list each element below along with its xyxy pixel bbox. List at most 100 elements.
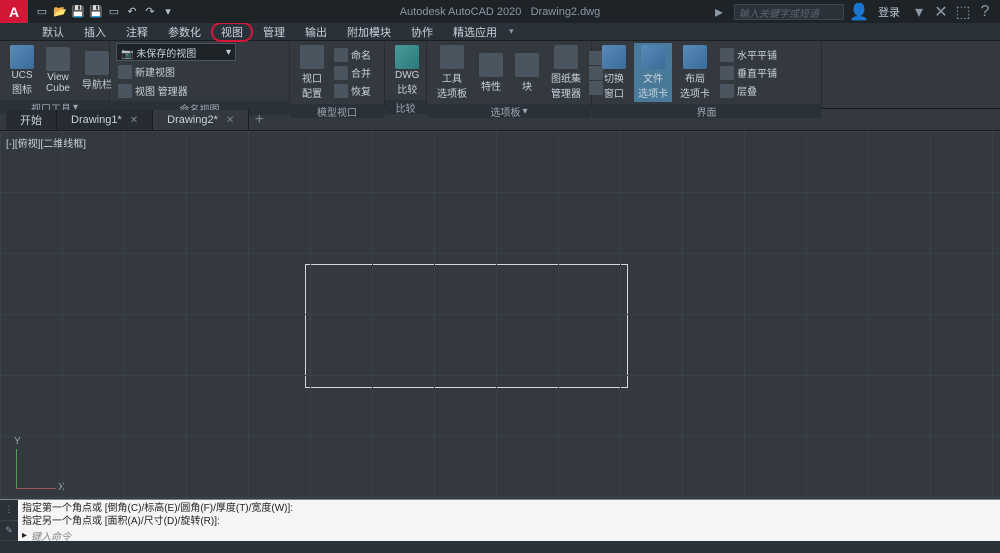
properties-button[interactable]: 特性 xyxy=(475,51,507,95)
dwg-compare-label: DWG 比较 xyxy=(395,70,419,96)
command-area: ⋮ ✎ 指定第一个角点或 [倒角(C)/标高(E)/圆角(F)/厚度(T)/宽度… xyxy=(0,499,1000,541)
qat-open-icon[interactable]: 📂 xyxy=(52,4,68,20)
tool-palette-button[interactable]: 工具 选项板 xyxy=(433,43,471,102)
layout-tabs-button[interactable]: 布局 选项卡 xyxy=(676,43,714,102)
command-input[interactable]: ▸ 键入命令 xyxy=(22,528,996,543)
menu-featured[interactable]: 精选应用 xyxy=(443,22,507,42)
sheetset-icon xyxy=(554,45,578,69)
tile-h-button[interactable]: 水平平铺 xyxy=(718,46,779,63)
qat-plot-icon[interactable]: ▭ xyxy=(106,4,122,20)
vp-merge-icon xyxy=(334,66,348,80)
panel-model-viewport: 视口 配置 命名 合并 恢复 模型视口 xyxy=(290,41,385,108)
menu-default[interactable]: 默认 xyxy=(32,22,74,42)
viewcube-button[interactable]: View Cube xyxy=(42,45,74,96)
viewcube-label: View Cube xyxy=(46,72,70,94)
qat-more-icon[interactable]: ▾ xyxy=(160,4,176,20)
switch-window-button[interactable]: 切换 窗口 xyxy=(598,43,630,102)
cmd-sidebar: ⋮ ✎ xyxy=(0,500,18,541)
view-mgr-icon xyxy=(118,84,132,98)
cmd-config-icon[interactable]: ✎ xyxy=(0,521,18,542)
vp-restore-button[interactable]: 恢复 xyxy=(332,82,373,99)
panel-label-interface: 界面 xyxy=(592,104,821,118)
cart-icon[interactable]: ⬚ xyxy=(956,5,970,19)
app-name: Autodesk AutoCAD 2020 xyxy=(400,6,522,18)
quick-access-toolbar: ▭ 📂 💾 💾 ▭ ↶ ↷ ▾ xyxy=(34,4,176,20)
dwg-compare-button[interactable]: DWG 比较 xyxy=(391,43,423,98)
ucs-icon xyxy=(10,45,34,69)
viewport-config-button[interactable]: 视口 配置 xyxy=(296,43,328,102)
infocenter-icon[interactable]: ▸ xyxy=(712,5,726,19)
cmd-history-line: 指定第一个角点或 [倒角(C)/标高(E)/圆角(F)/厚度(T)/宽度(W)]… xyxy=(22,502,996,515)
properties-icon xyxy=(479,53,503,77)
menu-insert[interactable]: 插入 xyxy=(74,22,116,42)
cascade-button[interactable]: 层叠 xyxy=(718,82,779,99)
search-input[interactable]: 输入关键字或短语 xyxy=(734,4,844,20)
tool-palette-icon xyxy=(440,45,464,69)
qat-save-icon[interactable]: 💾 xyxy=(70,4,86,20)
viewport-label[interactable]: [-][俯视][二维线框] xyxy=(6,135,86,150)
window-title: Autodesk AutoCAD 2020 Drawing2.dwg xyxy=(400,6,601,18)
panel-label-model-vp: 模型视口 xyxy=(290,104,384,118)
menu-view[interactable]: 视图 xyxy=(211,22,253,42)
dropdown-icon[interactable]: ▾ xyxy=(912,5,926,19)
login-button[interactable]: 登录 xyxy=(874,4,904,20)
doc-name: Drawing2.dwg xyxy=(531,6,601,18)
blocks-button[interactable]: 块 xyxy=(511,51,543,95)
new-view-icon xyxy=(118,65,132,79)
tab-add-button[interactable]: + xyxy=(249,110,269,130)
cmd-history-icon[interactable]: ⋮ xyxy=(0,500,18,521)
menu-output[interactable]: 输出 xyxy=(295,22,337,42)
new-view-button[interactable]: 新建视图 xyxy=(116,63,283,80)
title-right-controls: ▸ 输入关键字或短语 👤 登录 ▾ ✕ ⬚ ? xyxy=(712,4,992,20)
qat-redo-icon[interactable]: ↷ xyxy=(142,4,158,20)
ribbon: UCS 图标 View Cube 导航栏 视口工具 ▾ 📷 未保存的视图▾ 新建… xyxy=(0,41,1000,109)
cmd-history-line: 指定另一个角点或 [面积(A)/尺寸(D)/旋转(R)]: xyxy=(22,515,996,528)
tab-start[interactable]: 开始 xyxy=(6,110,57,130)
vp-restore-icon xyxy=(334,84,348,98)
command-text: 指定第一个角点或 [倒角(C)/标高(E)/圆角(F)/厚度(T)/宽度(W)]… xyxy=(18,500,1000,541)
qat-new-icon[interactable]: ▭ xyxy=(34,4,50,20)
menu-overflow-icon[interactable]: ▾ xyxy=(509,26,514,37)
close-icon[interactable]: ✕ xyxy=(226,115,234,126)
qat-saveas-icon[interactable]: 💾 xyxy=(88,4,104,20)
layout-tabs-icon xyxy=(683,45,707,69)
sheetset-button[interactable]: 图纸集 管理器 xyxy=(547,43,585,102)
panel-named-views: 📷 未保存的视图▾ 新建视图 视图 管理器 命名视图 xyxy=(110,41,290,108)
drawn-rectangle[interactable] xyxy=(305,264,628,388)
close-icon[interactable]: ✕ xyxy=(130,115,138,126)
tab-drawing2[interactable]: Drawing2*✕ xyxy=(153,110,249,130)
qat-undo-icon[interactable]: ↶ xyxy=(124,4,140,20)
signin-icon[interactable]: 👤 xyxy=(852,5,866,19)
menu-collab[interactable]: 协作 xyxy=(401,22,443,42)
vp-config-label: 视口 配置 xyxy=(302,70,322,100)
menu-annotate[interactable]: 注释 xyxy=(116,22,158,42)
tile-v-button[interactable]: 垂直平铺 xyxy=(718,64,779,81)
blocks-icon xyxy=(515,53,539,77)
exchange-icon[interactable]: ✕ xyxy=(934,5,948,19)
tile-v-icon xyxy=(720,66,734,80)
app-logo[interactable]: A xyxy=(0,0,28,23)
cascade-icon xyxy=(720,84,734,98)
vp-naming-button[interactable]: 命名 xyxy=(332,46,373,63)
panel-palettes: 工具 选项板 特性 块 图纸集 管理器 选项板 ▾ xyxy=(427,41,592,108)
menu-parametric[interactable]: 参数化 xyxy=(158,22,211,42)
file-tabs-icon xyxy=(641,45,665,69)
panel-viewport-tools: UCS 图标 View Cube 导航栏 视口工具 ▾ xyxy=(0,41,110,108)
view-combo[interactable]: 📷 未保存的视图▾ xyxy=(116,43,236,61)
dwg-compare-icon xyxy=(395,45,419,69)
help-icon[interactable]: ? xyxy=(978,5,992,19)
vp-config-icon xyxy=(300,45,324,69)
ucs-button[interactable]: UCS 图标 xyxy=(6,43,38,98)
file-tabs-button[interactable]: 文件 选项卡 xyxy=(634,43,672,102)
ucs-label: UCS 图标 xyxy=(11,70,32,96)
panel-interface: 切换 窗口 文件 选项卡 布局 选项卡 水平平铺 垂直平铺 层叠 界面 xyxy=(592,41,822,108)
menu-addins[interactable]: 附加模块 xyxy=(337,22,401,42)
panel-label-palettes[interactable]: 选项板 ▾ xyxy=(427,104,591,118)
menu-manage[interactable]: 管理 xyxy=(253,22,295,42)
ucs-y-label: Y xyxy=(14,436,21,447)
view-manager-button[interactable]: 视图 管理器 xyxy=(116,82,283,99)
drawing-canvas[interactable]: [-][俯视][二维线框] Y X xyxy=(0,131,1000,499)
navbar-icon xyxy=(85,51,109,75)
tab-drawing1[interactable]: Drawing1*✕ xyxy=(57,110,153,130)
vp-merge-button[interactable]: 合并 xyxy=(332,64,373,81)
